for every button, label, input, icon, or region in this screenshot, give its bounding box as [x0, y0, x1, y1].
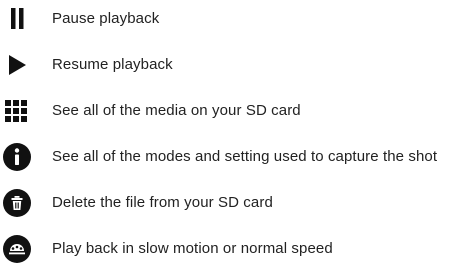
legend-row-media: See all of the media on your SD card — [0, 88, 475, 134]
legend-label: See all of the media on your SD card — [52, 102, 301, 119]
legend-row-pause: Pause playback — [0, 0, 475, 42]
legend-label: Pause playback — [52, 10, 160, 27]
slow-motion-icon — [2, 234, 32, 264]
legend-label: Resume playback — [52, 56, 173, 73]
pause-icon — [2, 4, 32, 34]
legend-label: Delete the file from your SD card — [52, 194, 273, 211]
info-icon — [2, 142, 32, 172]
legend-label: Play back in slow motion or normal speed — [52, 240, 333, 257]
play-icon — [2, 50, 32, 80]
legend-label: See all of the modes and setting used to… — [52, 148, 438, 165]
trash-icon — [2, 188, 32, 218]
grid-icon — [2, 96, 32, 126]
legend-row-resume: Resume playback — [0, 42, 475, 88]
legend-row-slow-motion: Play back in slow motion or normal speed — [0, 226, 475, 272]
legend-row-info: See all of the modes and setting used to… — [0, 134, 475, 180]
icon-legend-list: Pause playback Resume playback See all o — [0, 0, 475, 263]
legend-row-delete: Delete the file from your SD card — [0, 180, 475, 226]
